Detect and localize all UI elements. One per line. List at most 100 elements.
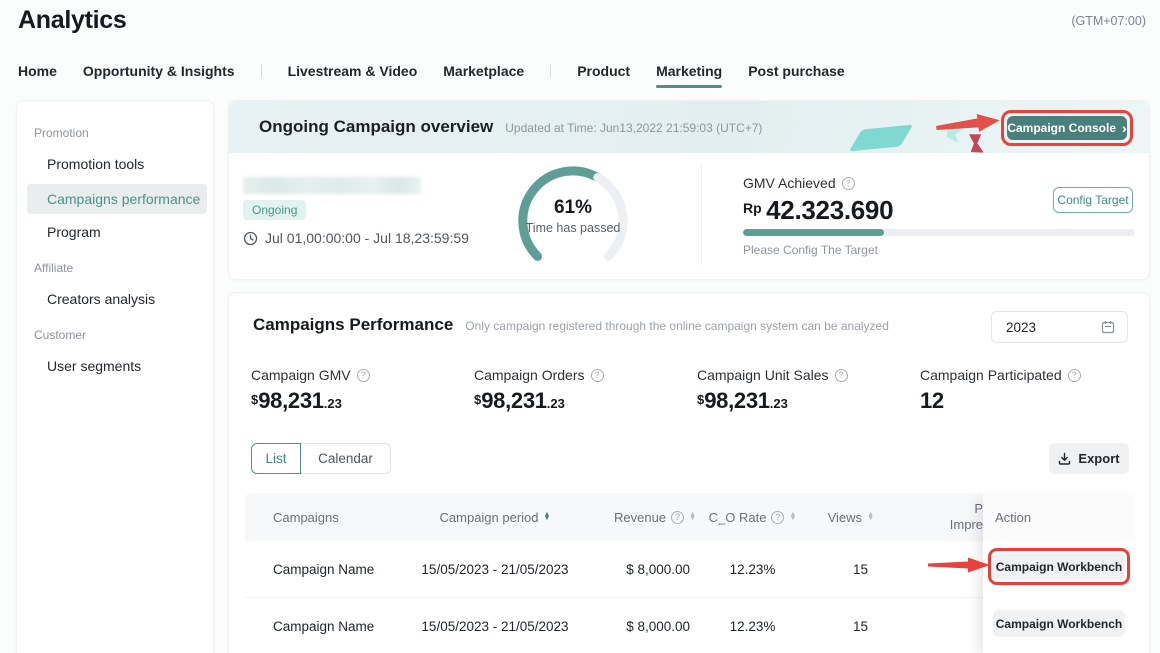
annotation-arrow-campaign-workbench	[928, 555, 992, 575]
nav-tab-home[interactable]: Home	[18, 63, 57, 79]
nav-tab-marketplace[interactable]: Marketplace	[443, 63, 524, 79]
cell-views: 15	[805, 619, 910, 634]
config-target-note: Please Config The Target	[743, 243, 878, 257]
cell-co-rate: 12.23%	[700, 619, 805, 634]
cell-campaign-name: Campaign Name	[245, 619, 415, 634]
nav-divider	[261, 64, 262, 78]
gmv-achieved-value: Rp 42.323.690	[743, 195, 893, 226]
cell-views: 15	[805, 562, 910, 577]
nav-tab-marketing[interactable]: Marketing	[656, 63, 722, 79]
metric-label: Campaign GMV	[251, 367, 351, 383]
campaign-name-redacted	[243, 177, 421, 194]
download-icon	[1058, 452, 1071, 465]
metric-campaign-gmv: Campaign GMV $98,231.23	[251, 367, 370, 414]
sort-icon[interactable]: ▲▼	[867, 513, 874, 521]
annotation-box-campaign-console: Campaign Console	[1001, 110, 1133, 146]
metric-label: Campaign Unit Sales	[697, 367, 829, 383]
nav-tab-product[interactable]: Product	[577, 63, 630, 79]
nav-tab-post-purchase[interactable]: Post purchase	[748, 63, 844, 79]
sidebar-item-campaigns-performance[interactable]: Campaigns performance	[27, 184, 207, 214]
status-badge: Ongoing	[243, 200, 306, 220]
cell-revenue: $ 8,000.00	[575, 562, 700, 577]
overview-title: Ongoing Campaign overview	[259, 117, 493, 137]
gmv-progress-bar	[743, 229, 1135, 236]
metric-value: 98,231	[258, 388, 324, 413]
tab-calendar-view[interactable]: Calendar	[301, 443, 391, 474]
year-select[interactable]: 2023	[991, 311, 1128, 343]
performance-subtitle: Only campaign registered through the onl…	[465, 319, 889, 333]
metric-value: 12	[920, 388, 944, 413]
currency-prefix: Rp	[743, 200, 762, 216]
sidebar-item-user-segments[interactable]: User segments	[47, 358, 141, 374]
top-navigation: Home Opportunity & Insights Livestream &…	[18, 58, 845, 84]
export-label: Export	[1078, 451, 1119, 466]
vertical-divider	[701, 165, 702, 265]
clock-icon	[243, 231, 258, 246]
performance-title: Campaigns Performance	[253, 315, 453, 335]
overview-updated-at: Updated at Time: Jun13,2022 21:59:03 (UT…	[505, 119, 762, 135]
export-button[interactable]: Export	[1049, 443, 1129, 474]
col-impressions-clipped: P Impre	[903, 501, 983, 533]
campaign-period-text: Jul 01,00:00:00 - Jul 18,23:59:59	[265, 230, 469, 246]
nav-divider	[550, 64, 551, 78]
col-action: Action	[983, 493, 1135, 541]
sidebar-item-creators-analysis[interactable]: Creators analysis	[47, 291, 155, 307]
sidebar-item-promotion-tools[interactable]: Promotion tools	[47, 156, 144, 172]
help-icon[interactable]	[591, 369, 604, 382]
sort-icon[interactable]: ▲▼	[789, 513, 796, 521]
campaigns-performance-card: Campaigns Performance Only campaign regi…	[228, 292, 1150, 653]
sort-icon[interactable]: ▲▼	[544, 513, 551, 521]
campaign-console-button[interactable]: Campaign Console	[1007, 116, 1127, 140]
cell-co-rate: 12.23%	[700, 562, 805, 577]
col-campaign-period[interactable]: Campaign period▲▼	[415, 510, 575, 525]
view-toggle: List Calendar	[251, 443, 391, 474]
config-target-button[interactable]: Config Target	[1053, 187, 1133, 213]
sidebar: Promotion Promotion tools Campaigns perf…	[16, 100, 214, 653]
cell-revenue: $ 8,000.00	[575, 619, 700, 634]
overview-banner: Ongoing Campaign overview Updated at Tim…	[229, 101, 1149, 153]
sidebar-section-promotion: Promotion	[34, 126, 89, 140]
help-icon[interactable]	[671, 511, 684, 524]
tab-list-view[interactable]: List	[251, 443, 301, 474]
nav-tab-livestream-video[interactable]: Livestream & Video	[288, 63, 418, 79]
col-co-rate[interactable]: C_O Rate▲▼	[700, 510, 805, 525]
sidebar-section-affiliate: Affiliate	[34, 261, 73, 275]
metric-value: 98,231	[481, 388, 547, 413]
metric-label: Campaign Participated	[920, 367, 1062, 383]
ongoing-campaign-overview-card: Ongoing Campaign overview Updated at Tim…	[228, 100, 1150, 280]
sort-icon[interactable]: ▲▼	[689, 513, 696, 521]
gmv-amount: 42.323.690	[766, 195, 893, 225]
gmv-achieved-label: GMV Achieved	[743, 175, 836, 191]
campaign-period: Jul 01,00:00:00 - Jul 18,23:59:59	[243, 230, 469, 246]
col-revenue[interactable]: Revenue▲▼	[575, 510, 700, 525]
metric-label: Campaign Orders	[474, 367, 585, 383]
help-icon[interactable]	[357, 369, 370, 382]
calendar-icon	[1101, 320, 1115, 334]
col-campaigns: Campaigns	[245, 510, 415, 525]
help-icon[interactable]	[842, 177, 855, 190]
campaign-workbench-button[interactable]: Campaign Workbench	[993, 610, 1125, 637]
campaigns-table: Campaigns Campaign period▲▼ Revenue▲▼ C_…	[245, 493, 1135, 653]
cell-period: 15/05/2023 - 21/05/2023	[415, 619, 575, 634]
campaign-console-label: Campaign Console	[1007, 121, 1116, 135]
metric-decimal: .23	[324, 396, 342, 411]
analytics-dashboard: Analytics (GTM+07:00) Home Opportunity &…	[0, 0, 1160, 653]
banner-decoration-teal	[849, 125, 913, 152]
help-icon[interactable]	[771, 511, 784, 524]
cell-period: 15/05/2023 - 21/05/2023	[415, 562, 575, 577]
metric-campaign-orders: Campaign Orders $98,231.23	[474, 367, 604, 414]
col-views[interactable]: Views▲▼	[805, 510, 910, 525]
action-column: Action Campaign Workbench Campaign Workb…	[983, 493, 1135, 653]
help-icon[interactable]	[1068, 369, 1081, 382]
nav-tab-opportunity-insights[interactable]: Opportunity & Insights	[83, 63, 235, 79]
metric-decimal: .23	[770, 396, 788, 411]
year-value: 2023	[1006, 320, 1036, 335]
campaign-workbench-button[interactable]: Campaign Workbench	[993, 553, 1125, 580]
help-icon[interactable]	[835, 369, 848, 382]
sidebar-item-program[interactable]: Program	[47, 224, 101, 240]
gauge-percent: 61%	[509, 197, 637, 219]
metric-campaign-participated: Campaign Participated 12	[920, 367, 1081, 414]
chevron-right-icon	[1122, 121, 1127, 136]
timezone-label: (GTM+07:00)	[1071, 14, 1146, 28]
page-title: Analytics	[18, 6, 126, 35]
